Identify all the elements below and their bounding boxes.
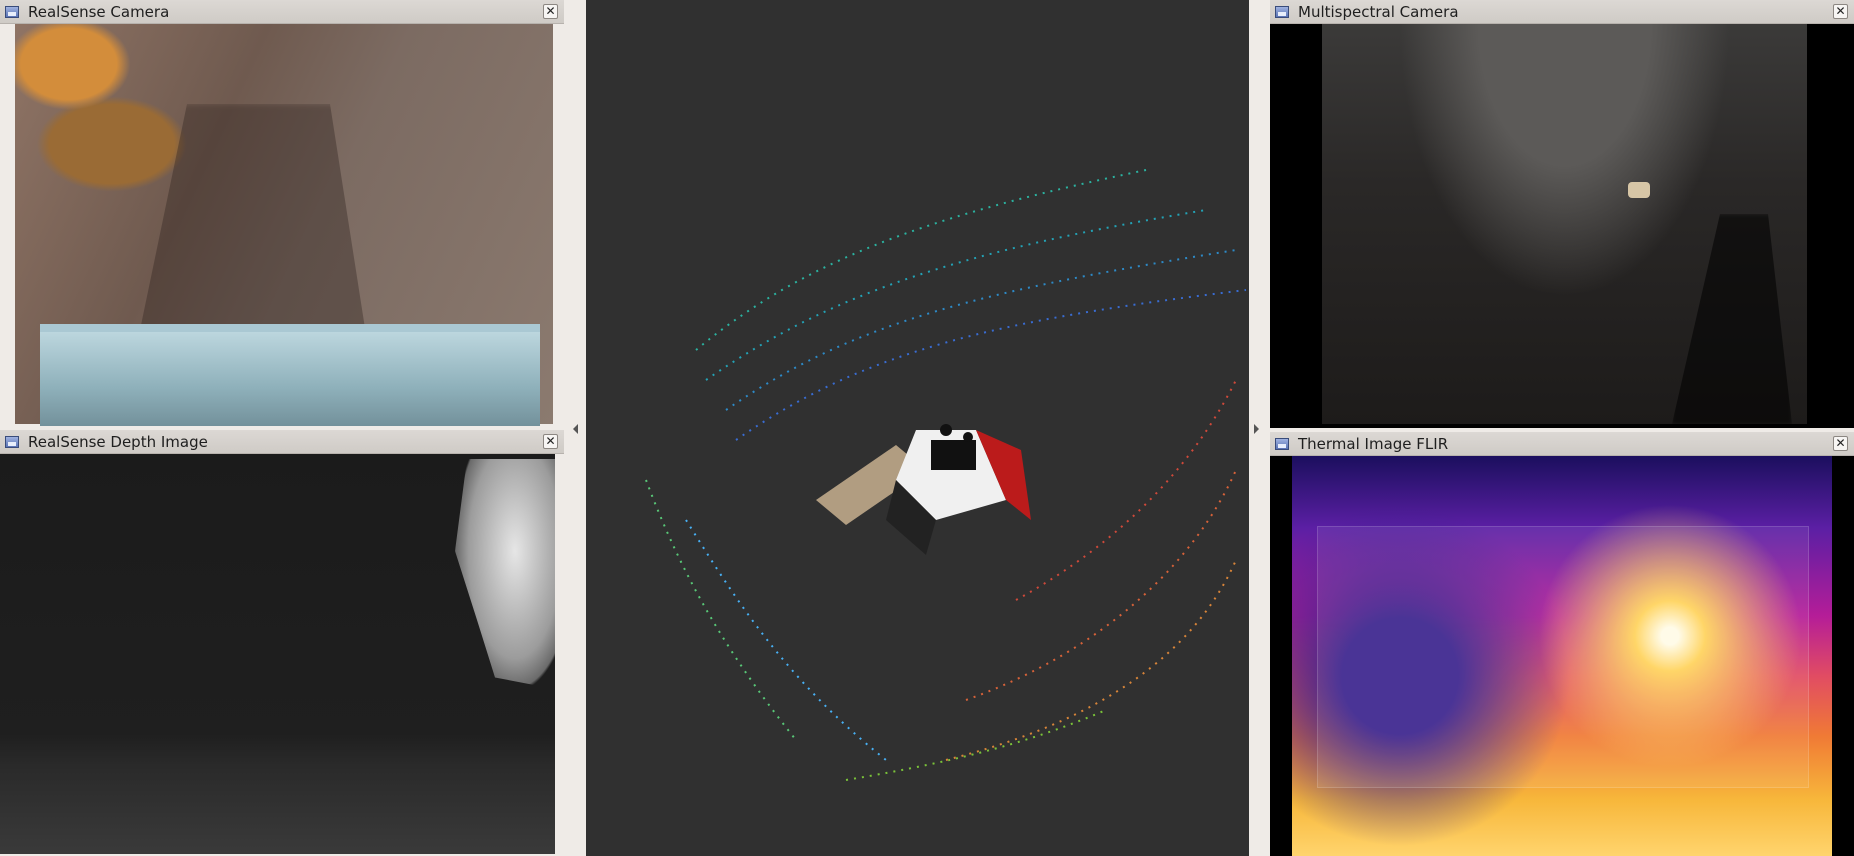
thermal-titlebar: Thermal Image FLIR ✕ [1270, 432, 1854, 456]
thermal-panel: Thermal Image FLIR ✕ [1270, 432, 1854, 856]
image-panel-icon [5, 435, 19, 448]
dog-shape [1628, 182, 1650, 198]
multispectral-image [1270, 24, 1854, 428]
collapse-right-arrow[interactable] [1254, 424, 1259, 434]
realsense-depth-image [0, 454, 564, 856]
robot-loader [816, 424, 1031, 555]
multispectral-title: Multispectral Camera [1298, 2, 1459, 21]
depth-frame [0, 454, 555, 854]
collapse-left-arrow[interactable] [573, 424, 578, 434]
thermal-image [1270, 456, 1854, 856]
realsense-camera-image [0, 24, 564, 426]
bucket-edge [40, 324, 540, 426]
realsense-depth-panel: RealSense Depth Image ✕ [0, 430, 564, 856]
realsense-depth-titlebar: RealSense Depth Image ✕ [0, 430, 564, 454]
image-panel-icon [1275, 5, 1289, 18]
multispectral-frame [1322, 24, 1807, 424]
point-cloud [645, 169, 1247, 781]
realsense-camera-titlebar: RealSense Camera ✕ [0, 0, 564, 24]
image-panel-icon [5, 5, 19, 18]
close-icon[interactable]: ✕ [543, 434, 558, 449]
3d-view[interactable] [586, 0, 1249, 856]
thermal-frame [1292, 456, 1832, 856]
close-icon[interactable]: ✕ [1833, 4, 1848, 19]
multispectral-panel: Multispectral Camera ✕ [1270, 0, 1854, 428]
realsense-camera-title: RealSense Camera [28, 2, 170, 21]
realsense-depth-title: RealSense Depth Image [28, 432, 208, 451]
thermal-title: Thermal Image FLIR [1298, 434, 1449, 453]
close-icon[interactable]: ✕ [543, 4, 558, 19]
close-icon[interactable]: ✕ [1833, 436, 1848, 451]
realsense-camera-panel: RealSense Camera ✕ [0, 0, 564, 426]
image-panel-icon [1275, 437, 1289, 450]
multispectral-titlebar: Multispectral Camera ✕ [1270, 0, 1854, 24]
